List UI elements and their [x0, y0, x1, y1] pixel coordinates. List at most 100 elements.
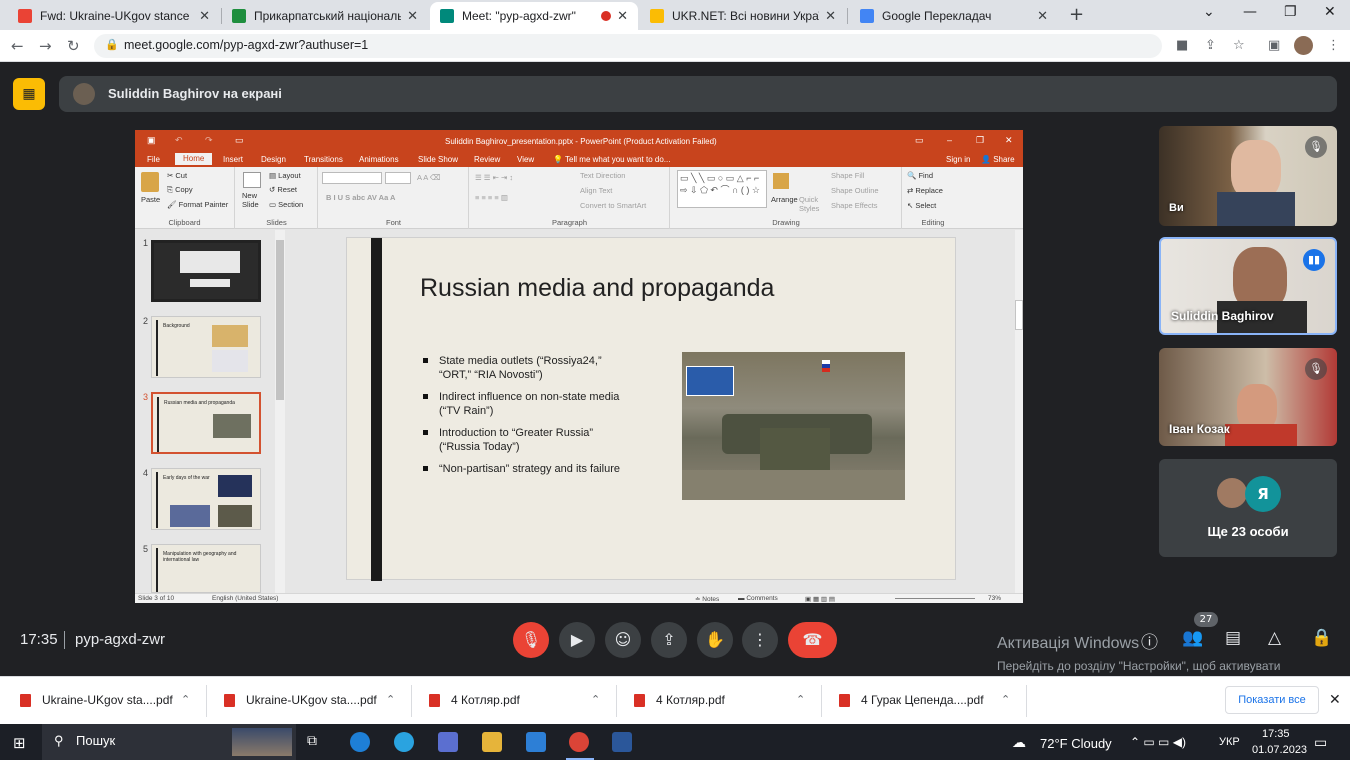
slide-title[interactable]: Russian media and propaganda — [420, 274, 774, 303]
chrome-icon[interactable] — [569, 732, 589, 752]
tab-design[interactable]: Design — [261, 155, 286, 164]
telegram-icon[interactable] — [394, 732, 414, 752]
convert-smartart-button[interactable]: Convert to SmartArt — [580, 201, 646, 210]
maximize-button[interactable]: ❐ — [1284, 4, 1297, 20]
mic-toggle-button[interactable]: 🎙 — [513, 622, 549, 658]
close-tab-icon[interactable]: ✕ — [1037, 8, 1048, 24]
comments-button[interactable]: ▬ Comments — [738, 595, 778, 602]
present-screen-button[interactable]: ⇪ — [651, 622, 687, 658]
close-tab-icon[interactable]: ✕ — [825, 8, 836, 24]
shapes-gallery[interactable]: ▭ ╲ ╲ ▭ ○ ▭ △ ⌐ ⌐ ⇨ ⇩ ⬠ ↶ ⌒ ∩ ( ) ☆ — [677, 170, 767, 208]
select-button[interactable]: ↖ Select — [907, 201, 936, 210]
tray-icons[interactable]: ⌃ ▭ ▭ ◀) — [1130, 735, 1186, 749]
ribbon-options-icon[interactable]: ▭ — [915, 135, 924, 146]
undo-icon[interactable]: ↶ — [175, 135, 183, 146]
leave-call-button[interactable]: ☎ — [788, 622, 837, 658]
activities-icon[interactable]: △ — [1268, 628, 1281, 648]
font-size-field[interactable] — [385, 172, 411, 184]
forward-button[interactable]: → — [39, 37, 52, 55]
shape-outline-button[interactable]: Shape Outline — [831, 186, 879, 195]
weather-text[interactable]: 72°F Cloudy — [1040, 736, 1112, 751]
tell-me-search[interactable]: 💡 Tell me what you want to do... — [553, 155, 670, 164]
slide-thumbnail-3[interactable]: Russian media and propaganda — [151, 392, 261, 454]
new-slide-button[interactable]: New Slide — [242, 191, 266, 209]
edge-icon[interactable] — [350, 732, 370, 752]
new-tab-button[interactable]: + — [1069, 4, 1084, 25]
notes-button[interactable]: ≐ Notes — [695, 595, 719, 603]
zoom-level[interactable]: 73% — [988, 595, 1001, 602]
shape-fill-button[interactable]: Shape Fill — [831, 171, 864, 180]
download-item[interactable]: Ukraine-UKgov sta....pdf — [224, 693, 377, 707]
tab-translate[interactable]: Google Перекладач ✕ — [850, 2, 1058, 30]
tab-search-icon[interactable]: ⌄ — [1203, 4, 1215, 20]
file-explorer-icon[interactable] — [482, 732, 502, 752]
align-buttons[interactable]: ≡ ≡ ≡ ≡ ▥ — [475, 193, 508, 202]
minimize-button[interactable]: — — [1243, 4, 1257, 20]
soldiers-photo[interactable] — [682, 352, 905, 500]
section-button[interactable]: ▭ Section — [269, 200, 303, 209]
sign-in-link[interactable]: Sign in — [946, 155, 970, 164]
task-view-icon[interactable]: ⧉ — [307, 733, 317, 749]
participant-tile[interactable]: ▮▮ Suliddin Baghirov — [1159, 237, 1337, 335]
download-item[interactable]: 4 Котляр.pdf — [634, 693, 725, 707]
font-name-field[interactable] — [322, 172, 382, 184]
copy-button[interactable]: ⎘ Copy — [167, 185, 193, 195]
language-status[interactable]: English (United States) — [212, 595, 278, 602]
format-painter-button[interactable]: 🖌 Format Painter — [167, 200, 228, 209]
shape-effects-button[interactable]: Shape Effects — [831, 201, 878, 210]
store-icon[interactable] — [438, 732, 458, 752]
browser-menu-icon[interactable]: ⋮ — [1327, 38, 1340, 53]
emoji-reaction-button[interactable]: ☺ — [605, 622, 641, 658]
ppt-close-button[interactable]: ✕ — [1005, 135, 1013, 146]
share-button[interactable]: 👤 Share — [981, 155, 1015, 164]
tab-ukrnet[interactable]: UKR.NET: Всі новини України, о ✕ — [640, 2, 846, 30]
chevron-up-icon[interactable]: ⌃ — [796, 693, 805, 706]
arrange-button[interactable]: Arrange — [771, 195, 798, 204]
url-field[interactable]: 🔒 meet.google.com/pyp-agxd-zwr?authuser=… — [94, 34, 1162, 58]
people-icon[interactable]: 👥 — [1182, 628, 1203, 648]
text-direction-button[interactable]: Text Direction — [580, 171, 625, 180]
tab-gmail[interactable]: Fwd: Ukraine-UKgov stance - iho ✕ — [8, 2, 220, 30]
tab-file[interactable]: File — [147, 155, 160, 164]
thumbnails-scrollbar[interactable] — [275, 230, 285, 593]
reset-button[interactable]: ↺ Reset — [269, 185, 297, 194]
camera-toggle-button[interactable]: ▶ — [559, 622, 595, 658]
start-slideshow-icon[interactable]: ▭ — [235, 135, 244, 146]
back-button[interactable]: ← — [11, 37, 24, 55]
layout-button[interactable]: ▤ Layout — [269, 171, 301, 180]
participant-tile[interactable]: 🎙 Ви — [1159, 126, 1337, 226]
current-slide[interactable]: Russian media and propaganda State media… — [346, 237, 956, 581]
ppt-minimize-button[interactable]: – — [947, 135, 952, 145]
camera-in-use-icon[interactable]: ■ — [1176, 38, 1188, 53]
slide-bullets[interactable]: State media outlets (“Rossiya24,” “ORT,”… — [420, 354, 630, 484]
paste-icon[interactable] — [141, 172, 159, 192]
clock-time[interactable]: 17:35 — [1262, 728, 1290, 740]
reload-button[interactable]: ↻ — [67, 37, 80, 55]
clock-date[interactable]: 01.07.2023 — [1252, 744, 1307, 756]
text-format-buttons[interactable]: B I U S abc AV Aa A — [326, 193, 395, 202]
list-buttons[interactable]: ☰ ☰ ⇤ ⇥ ↕ — [475, 173, 513, 182]
close-tab-icon[interactable]: ✕ — [617, 8, 628, 24]
slide-scrollbar[interactable] — [1015, 230, 1023, 593]
download-item[interactable]: Ukraine-UKgov sta....pdf — [20, 693, 173, 707]
close-downloads-icon[interactable]: ✕ — [1329, 692, 1341, 708]
tab-home[interactable]: Home — [175, 153, 213, 165]
more-options-button[interactable]: ⋮ — [742, 622, 778, 658]
side-panel-icon[interactable]: ▣ — [1268, 38, 1280, 53]
chevron-up-icon[interactable]: ⌃ — [386, 693, 395, 706]
close-window-button[interactable]: ✕ — [1324, 4, 1336, 20]
tab-view[interactable]: View — [517, 155, 534, 164]
tab-meet[interactable]: Meet: "pyp-agxd-zwr" ✕ — [430, 2, 638, 30]
tab-review[interactable]: Review — [474, 155, 500, 164]
tab-animations[interactable]: Animations — [359, 155, 399, 164]
find-button[interactable]: 🔍 Find — [907, 171, 933, 180]
mail-icon[interactable] — [526, 732, 546, 752]
arrange-icon[interactable] — [773, 173, 789, 189]
ppt-maximize-button[interactable]: ❐ — [976, 135, 984, 146]
quick-styles-button[interactable]: Quick Styles — [799, 195, 825, 213]
download-item[interactable]: 4 Гурак Цепенда....pdf — [839, 693, 984, 707]
input-language[interactable]: УКР — [1219, 736, 1240, 748]
paste-button[interactable]: Paste — [141, 195, 160, 204]
redo-icon[interactable]: ↷ — [205, 135, 213, 146]
align-text-button[interactable]: Align Text — [580, 186, 612, 195]
